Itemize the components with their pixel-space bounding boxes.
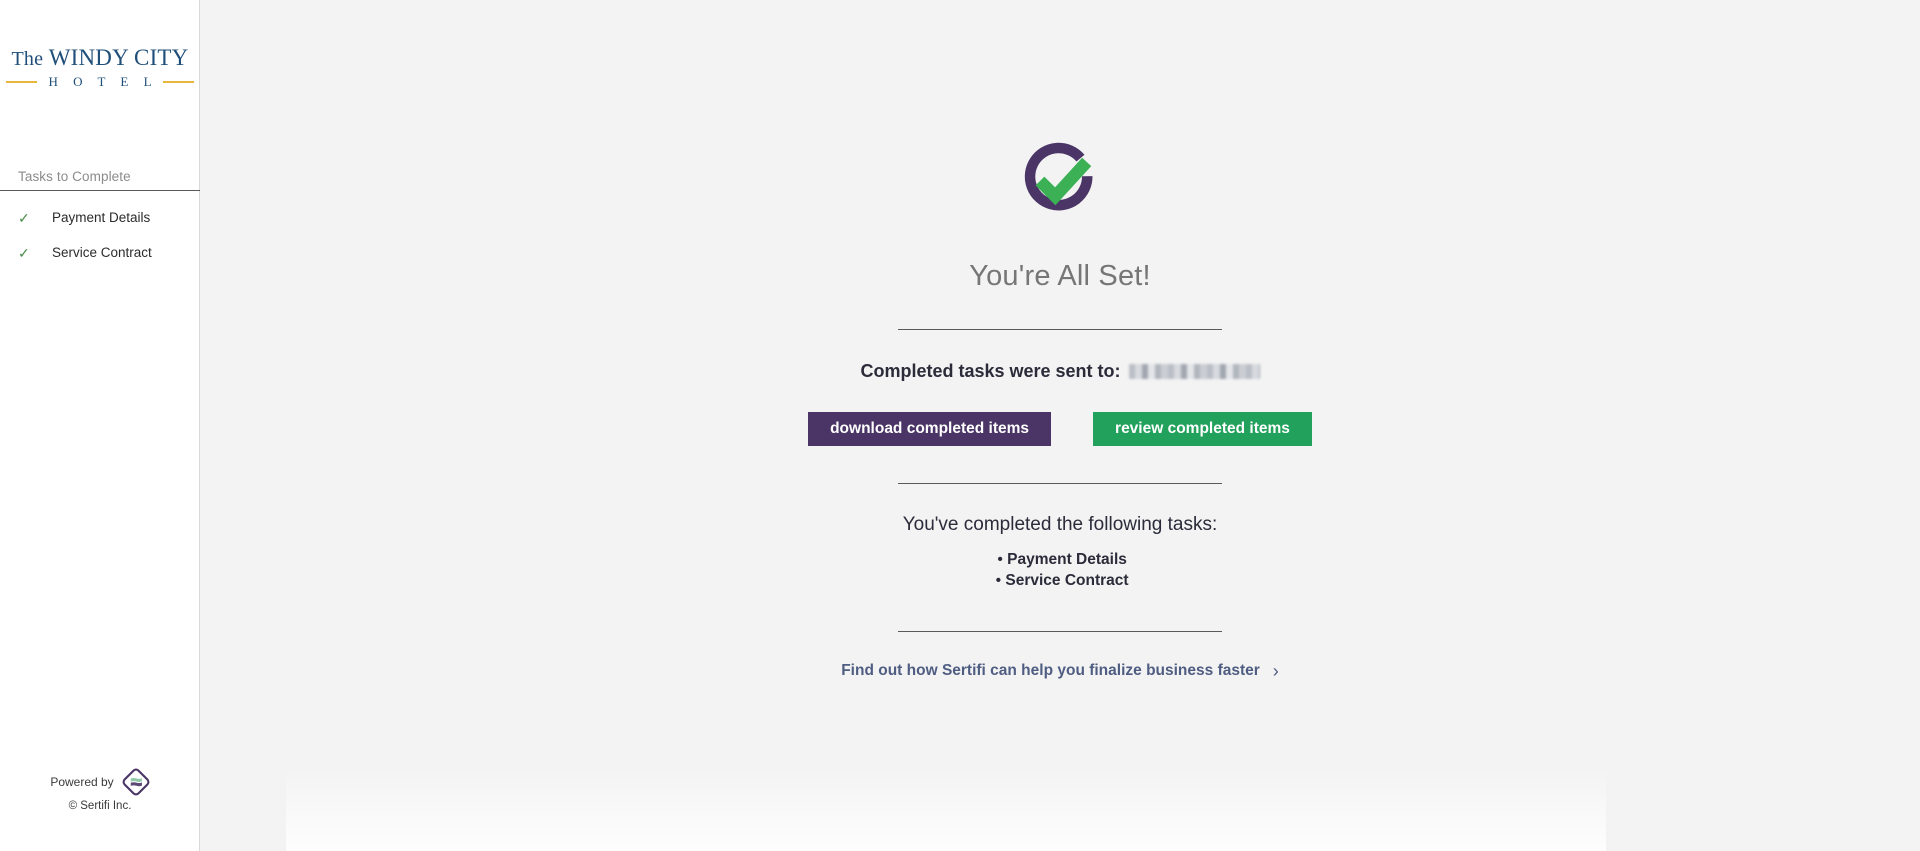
list-item: Service Contract [530,571,1590,592]
sidebar-divider [0,190,200,191]
divider-1 [898,329,1222,330]
brand-rule-left [6,81,38,84]
sent-to-row: Completed tasks were sent to: [530,361,1590,382]
completed-tasks-list: Payment Details Service Contract [530,550,1590,591]
sidebar-item-service-contract[interactable]: ✓ Service Contract [0,235,200,270]
page-title: You're All Set! [969,260,1151,292]
brand-the: The [11,48,44,70]
check-icon: ✓ [18,209,30,226]
review-completed-items-button[interactable]: review completed items [1093,412,1312,446]
brand-main: WINDY CITY [48,45,189,70]
powered-by: Powered by [0,768,200,796]
brand-name: The WINDY CITY [0,45,200,70]
sidebar-item-label: Payment Details [52,210,151,225]
divider-2 [898,483,1222,484]
powered-by-label: Powered by [50,775,114,789]
check-icon: ✓ [18,244,30,261]
sidebar-item-label: Service Contract [52,245,152,260]
sidebar-item-payment-details[interactable]: ✓ Payment Details [0,200,200,235]
sidebar: The WINDY CITY H O T E L Tasks to Comple… [0,0,200,851]
chevron-right-icon: › [1272,661,1279,682]
brand-logo: The WINDY CITY H O T E L [0,45,200,90]
content-column: You're All Set! Completed tasks were sen… [530,0,1590,680]
app-root: The WINDY CITY H O T E L Tasks to Comple… [0,0,1920,851]
circle-check-icon [1012,140,1108,222]
bottom-sheen [286,767,1606,851]
tasks-section-header: Tasks to Complete [18,169,131,184]
main-content: You're All Set! Completed tasks were sen… [200,0,1920,851]
sertifi-logo-icon[interactable] [122,768,150,796]
sent-to-label: Completed tasks were sent to: [860,361,1121,381]
brand-subtitle: H O T E L [48,74,158,90]
promo-link-label: Find out how Sertifi can help you finali… [841,662,1260,680]
brand-subtitle-row: H O T E L [0,74,200,90]
recipient-email-redacted [1128,364,1260,379]
copyright-text: © Sertifi Inc. [68,800,132,812]
completed-tasks-title: You've completed the following tasks: [902,514,1218,535]
divider-3 [898,631,1222,633]
download-completed-items-button[interactable]: download completed items [808,412,1052,446]
action-button-row: download completed items review complete… [530,412,1590,446]
brand-rule-right [162,81,195,84]
sidebar-task-list: ✓ Payment Details ✓ Service Contract [0,200,200,270]
list-item: Payment Details [530,550,1590,571]
sertifi-promo-link[interactable]: Find out how Sertifi can help you finali… [841,662,1279,680]
